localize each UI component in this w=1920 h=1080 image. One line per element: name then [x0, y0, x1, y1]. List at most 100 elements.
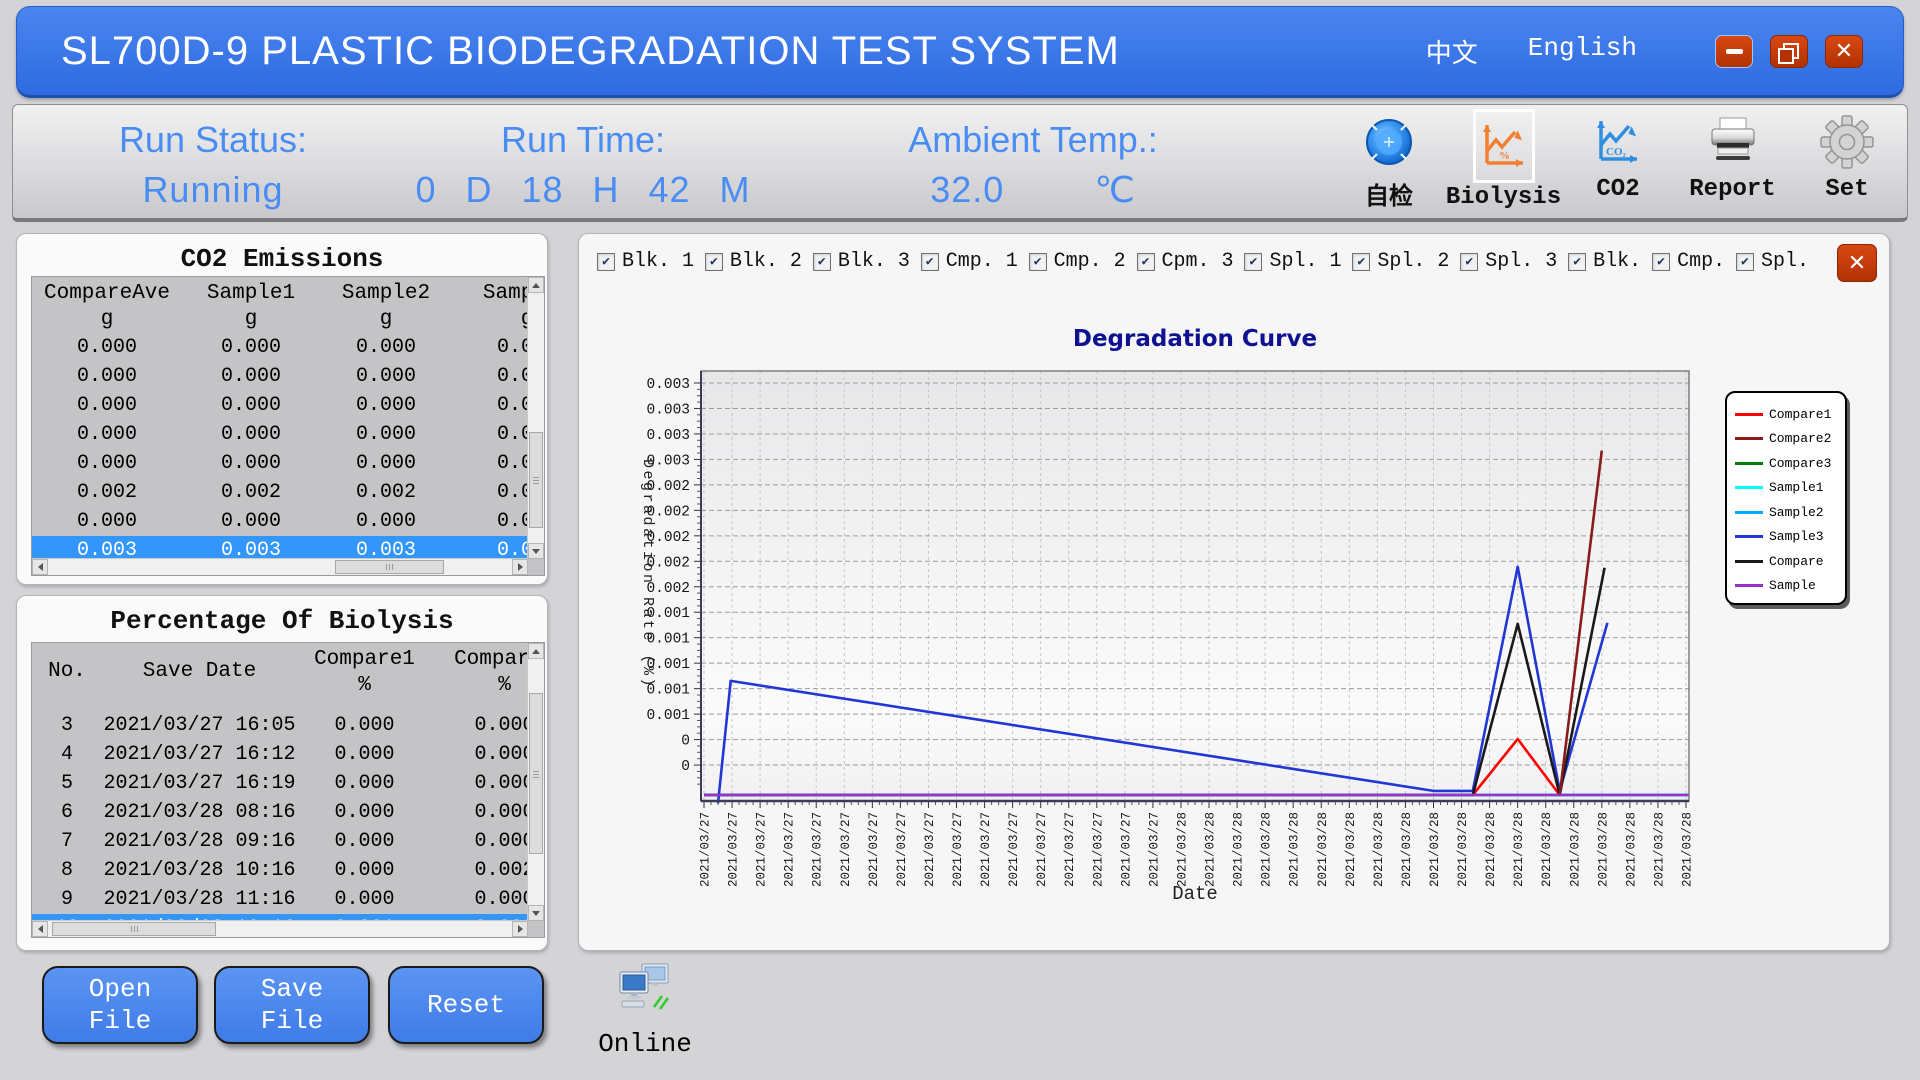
table-cell: 0.000 [432, 743, 528, 766]
table-row[interactable]: 82021/03/28 10:160.0000.002 [32, 856, 528, 885]
series-checkbox[interactable]: ✔Spl. [1736, 250, 1809, 273]
checkbox-icon[interactable]: ✔ [1244, 253, 1262, 271]
checkbox-icon[interactable]: ✔ [921, 253, 939, 271]
table-cell: 6 [32, 801, 102, 824]
table-row[interactable]: 0.0000.0000.0000.000 [32, 391, 528, 420]
open-file-button[interactable]: Open File [42, 966, 198, 1044]
close-button[interactable]: ✕ [1825, 35, 1863, 68]
scroll-down-arrow[interactable] [528, 543, 544, 559]
scroll-left-arrow[interactable] [32, 921, 48, 937]
svg-text:2021/03/28: 2021/03/28 [1681, 812, 1695, 887]
toolbar-label-set: Set [1825, 176, 1868, 203]
scroll-thumb[interactable] [335, 560, 444, 574]
series-checkbox[interactable]: ✔Spl. 3 [1460, 250, 1557, 273]
series-checkbox[interactable]: ✔ Spl. 2 [1352, 250, 1449, 273]
series-checkbox[interactable]: ✔Blk. 2 [705, 250, 802, 273]
series-checkbox[interactable]: ✔Cpm. 3 [1137, 250, 1234, 273]
toolbar-item-biolysis[interactable]: % Biolysis [1450, 109, 1558, 213]
legend-label: Sample1 [1769, 480, 1824, 495]
table-cell: 0.000 [452, 481, 528, 504]
table-cell: 0.003 [182, 539, 320, 559]
scroll-right-arrow[interactable] [512, 559, 528, 575]
legend-line-swatch [1735, 486, 1763, 489]
table-cell: 0.000 [32, 336, 182, 359]
run-time-block: Run Time: 0 D 18 H 42 M [363, 119, 803, 211]
table-row[interactable]: 0.0020.0020.0020.000 [32, 478, 528, 507]
bio-vertical-scrollbar[interactable] [527, 643, 544, 921]
scroll-up-arrow[interactable] [528, 643, 544, 659]
table-row[interactable]: 0.0000.0000.0000.000 [32, 507, 528, 536]
scroll-down-arrow[interactable] [528, 905, 544, 921]
legend-label: Compare2 [1769, 431, 1831, 446]
checkbox-icon[interactable]: ✔ [597, 253, 615, 271]
checkbox-icon[interactable]: ✔ [1029, 253, 1047, 271]
co2-vertical-scrollbar[interactable] [527, 277, 544, 559]
save-file-button[interactable]: Save File [214, 966, 370, 1044]
minimize-button[interactable] [1715, 35, 1753, 68]
svg-text:0: 0 [681, 759, 690, 775]
series-checkbox[interactable]: ✔ Blk. 1 [597, 250, 694, 273]
table-row[interactable]: 92021/03/28 11:160.0000.000 [32, 885, 528, 914]
table-cell: 0.000 [320, 452, 452, 475]
series-checkbox[interactable]: ✔Cmp. 1 [921, 250, 1018, 273]
table-row[interactable]: 72021/03/28 09:160.0000.000 [32, 827, 528, 856]
scroll-right-arrow[interactable] [512, 921, 528, 937]
lang-english-link[interactable]: English [1528, 33, 1637, 70]
checkbox-icon[interactable]: ✔ [1352, 253, 1370, 271]
scroll-thumb[interactable] [529, 693, 543, 854]
legend-label: Sample2 [1769, 505, 1824, 520]
reset-button[interactable]: Reset [388, 966, 544, 1044]
table-cell: 0.000 [182, 510, 320, 533]
checkbox-icon[interactable]: ✔ [813, 253, 831, 271]
checkbox-icon[interactable]: ✔ [705, 253, 723, 271]
table-row[interactable]: 52021/03/27 16:190.0000.000 [32, 769, 528, 798]
series-checkbox[interactable]: ✔ Cmp. 2 [1029, 250, 1126, 273]
scroll-thumb[interactable] [52, 922, 216, 936]
checkbox-icon[interactable]: ✔ [1460, 253, 1478, 271]
svg-text:2021/03/28: 2021/03/28 [1512, 812, 1526, 887]
table-row[interactable]: 62021/03/28 08:160.0000.000 [32, 798, 528, 827]
scroll-up-arrow[interactable] [528, 277, 544, 293]
table-cell: 2021/03/27 16:19 [102, 772, 297, 795]
table-row[interactable]: 32021/03/27 16:050.0000.000 [32, 711, 528, 740]
series-checkbox[interactable]: ✔Blk. 3 [813, 250, 910, 273]
svg-text:2021/03/28: 2021/03/28 [1260, 812, 1274, 887]
checkbox-icon[interactable]: ✔ [1568, 253, 1586, 271]
toolbar-item-report[interactable]: Report [1679, 109, 1787, 213]
chart-close-button[interactable]: ✕ [1837, 244, 1877, 282]
co2-horizontal-scrollbar[interactable] [32, 558, 528, 575]
table-row[interactable]: 0.0000.0000.0000.000 [32, 333, 528, 362]
language-switcher: 中文 English [1426, 33, 1637, 70]
svg-text:2021/03/27: 2021/03/27 [699, 812, 713, 887]
checkbox-label: Cmp. [1677, 250, 1725, 273]
legend-item: Compare2 [1735, 427, 1839, 452]
checkbox-icon[interactable]: ✔ [1137, 253, 1155, 271]
table-row[interactable]: 42021/03/27 16:120.0000.000 [32, 740, 528, 769]
series-checkbox[interactable]: ✔Spl. 1 [1244, 250, 1341, 273]
svg-text:Degradation Rate (%): Degradation Rate (%) [639, 459, 656, 689]
scroll-left-arrow[interactable] [32, 559, 48, 575]
scroll-thumb[interactable] [529, 432, 543, 528]
table-cell: 0.000 [32, 510, 182, 533]
svg-text:2021/03/28: 2021/03/28 [1540, 812, 1554, 887]
series-checkbox[interactable]: ✔ Cmp. [1652, 250, 1725, 273]
svg-text:2021/03/27: 2021/03/27 [811, 812, 825, 887]
run-status-value: Running [73, 169, 353, 211]
table-row[interactable]: 0.0000.0000.0000.000 [32, 362, 528, 391]
checkbox-icon[interactable]: ✔ [1652, 253, 1670, 271]
lang-chinese-link[interactable]: 中文 [1426, 33, 1478, 70]
checkbox-icon[interactable]: ✔ [1736, 253, 1754, 271]
bio-horizontal-scrollbar[interactable] [32, 920, 528, 937]
table-row[interactable]: 0.0000.0000.0000.000 [32, 420, 528, 449]
checkbox-label: Cmp. 2 [1054, 250, 1126, 273]
table-row[interactable]: 0.0030.0030.0030.000 [32, 536, 528, 559]
toolbar-item-selfcheck[interactable]: 自检 [1335, 109, 1443, 213]
checkbox-label: Spl. 2 [1377, 250, 1449, 273]
table-cell: 8 [32, 859, 102, 882]
toolbar-item-co2[interactable]: CO₂ CO2 [1564, 109, 1672, 213]
table-row[interactable]: 0.0000.0000.0000.000 [32, 449, 528, 478]
restore-button[interactable] [1770, 35, 1808, 68]
toolbar-item-set[interactable]: Set [1793, 109, 1901, 213]
series-checkbox[interactable]: ✔Blk. [1568, 250, 1641, 273]
checkbox-label: Blk. 1 [622, 250, 694, 273]
